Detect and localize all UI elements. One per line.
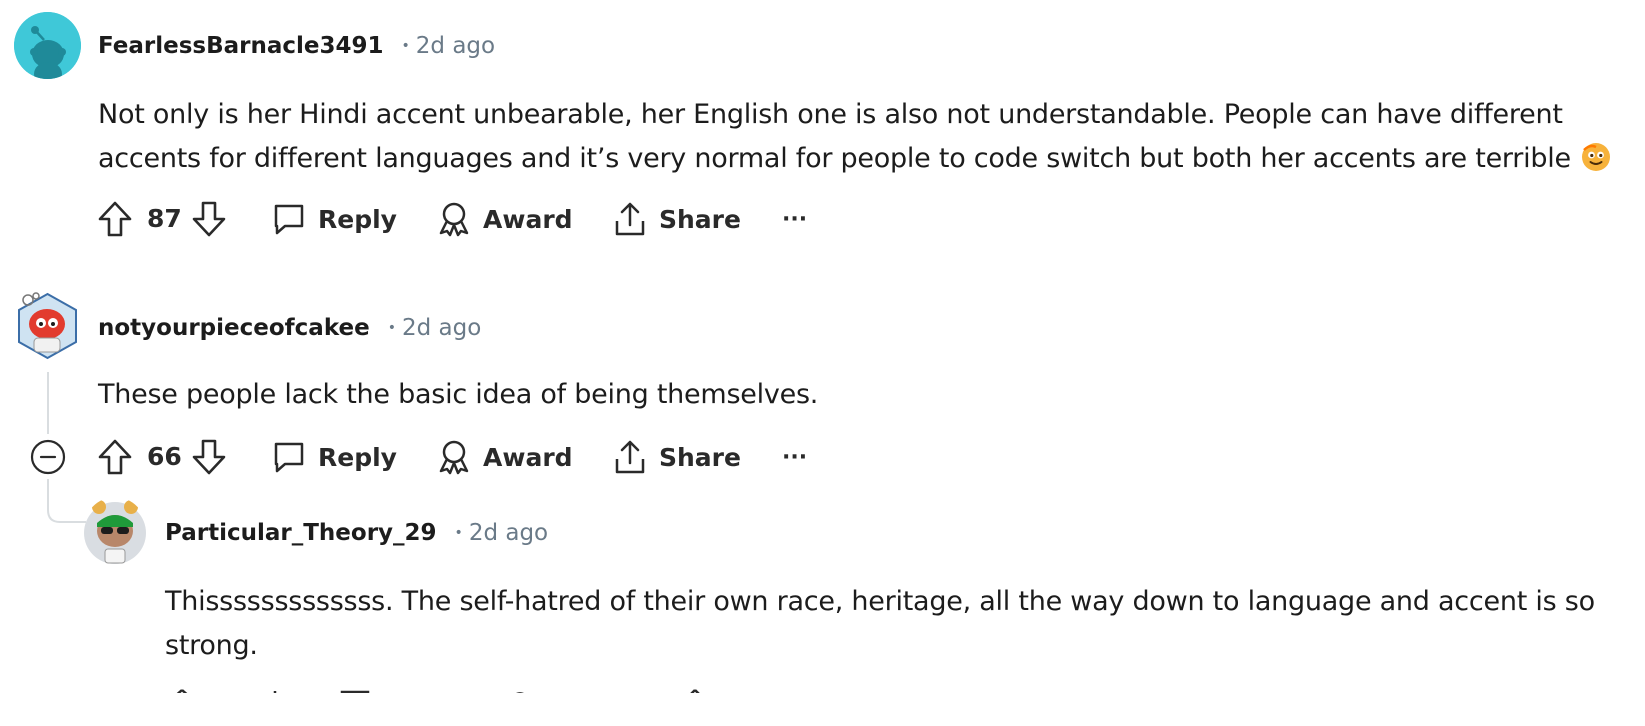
- upvote-button[interactable]: [98, 197, 132, 241]
- comment-text-line: Not only is her Hindi accent unbearable,…: [98, 99, 1563, 130]
- reply-button[interactable]: Reply: [272, 435, 397, 479]
- comment-2: notyourpieceofcakee • 2d ago These peopl…: [0, 280, 1645, 520]
- award-ribbon-icon: [439, 440, 469, 475]
- comment-actions-partial: [165, 683, 725, 693]
- username[interactable]: notyourpieceofcakee: [98, 315, 370, 341]
- award-button[interactable]: Award: [437, 435, 573, 479]
- comment-body: Not only is her Hindi accent unbearable,…: [98, 93, 1638, 181]
- meta-separator: •: [454, 525, 463, 541]
- share-arrow-icon: [615, 202, 645, 236]
- award-ribbon-icon: [439, 202, 469, 237]
- comment-actions: 87 Reply Award Share ···: [98, 197, 818, 241]
- vote-count: 66: [147, 442, 182, 471]
- user-avatar[interactable]: [83, 497, 147, 565]
- reply-label: Reply: [318, 204, 397, 234]
- timestamp[interactable]: 2d ago: [469, 520, 548, 546]
- award-button[interactable]: Award: [437, 197, 573, 241]
- snoo-avatar-icon: [14, 12, 81, 79]
- share-label: Share: [659, 442, 741, 472]
- comment-body: These people lack the basic idea of bein…: [98, 373, 1638, 417]
- username[interactable]: Particular_Theory_29: [165, 520, 437, 546]
- comment-1: FearlessBarnacle3491 • 2d ago Not only i…: [0, 0, 1645, 250]
- slightly-smiling-emoji-icon: [1581, 142, 1611, 172]
- arrow-up-icon: [98, 201, 132, 237]
- comment-text-line: strong.: [165, 630, 258, 661]
- comment-meta: Particular_Theory_29 • 2d ago: [165, 515, 548, 551]
- user-avatar[interactable]: [14, 12, 81, 79]
- ellipsis-icon: ···: [782, 206, 808, 232]
- more-options-button[interactable]: ···: [782, 197, 807, 241]
- share-button[interactable]: Share: [613, 435, 741, 479]
- more-options-button[interactable]: ···: [782, 435, 807, 479]
- comment-text-line: accents for different languages and it’s…: [98, 143, 1571, 174]
- comment-meta: FearlessBarnacle3491 • 2d ago: [98, 28, 495, 64]
- downvote-button[interactable]: [192, 197, 226, 241]
- reply-label: Reply: [318, 442, 397, 472]
- snoo-avatar-icon: [18, 292, 77, 360]
- comment-body: Thisssssssssssss. The self-hatred of the…: [165, 580, 1635, 668]
- vote-count: 87: [147, 204, 182, 233]
- snoo-avatar-icon: [84, 500, 146, 564]
- arrow-up-icon: [98, 439, 132, 475]
- award-label: Award: [483, 442, 573, 472]
- timestamp[interactable]: 2d ago: [416, 33, 495, 59]
- comment-text-line: These people lack the basic idea of bein…: [98, 379, 819, 410]
- downvote-button[interactable]: [192, 435, 226, 479]
- meta-separator: •: [401, 38, 410, 54]
- user-avatar[interactable]: [14, 290, 81, 362]
- arrow-down-icon: [192, 201, 226, 237]
- timestamp[interactable]: 2d ago: [402, 315, 481, 341]
- comment-3: Particular_Theory_29 • 2d ago Thisssssss…: [0, 495, 1645, 726]
- share-button[interactable]: Share: [613, 197, 741, 241]
- speech-bubble-icon: [274, 442, 304, 473]
- comment-text-line: Thisssssssssssss. The self-hatred of the…: [165, 586, 1595, 617]
- action-row-clipped-icons: [176, 689, 700, 693]
- upvote-button[interactable]: [98, 435, 132, 479]
- reply-button[interactable]: Reply: [272, 197, 397, 241]
- comment-actions: 66 Reply Award Share ···: [98, 435, 818, 479]
- comment-text-line-wrap: accents for different languages and it’s…: [98, 137, 1638, 181]
- award-label: Award: [483, 204, 573, 234]
- minus-circle-icon: [30, 439, 66, 475]
- comment-meta: notyourpieceofcakee • 2d ago: [98, 310, 481, 346]
- share-label: Share: [659, 204, 741, 234]
- share-arrow-icon: [615, 440, 645, 474]
- arrow-down-icon: [192, 439, 226, 475]
- collapse-thread-button[interactable]: [30, 439, 66, 479]
- username[interactable]: FearlessBarnacle3491: [98, 33, 384, 59]
- thread-line[interactable]: [47, 372, 49, 434]
- ellipsis-icon: ···: [782, 444, 808, 470]
- speech-bubble-icon: [274, 204, 304, 235]
- meta-separator: •: [387, 320, 396, 336]
